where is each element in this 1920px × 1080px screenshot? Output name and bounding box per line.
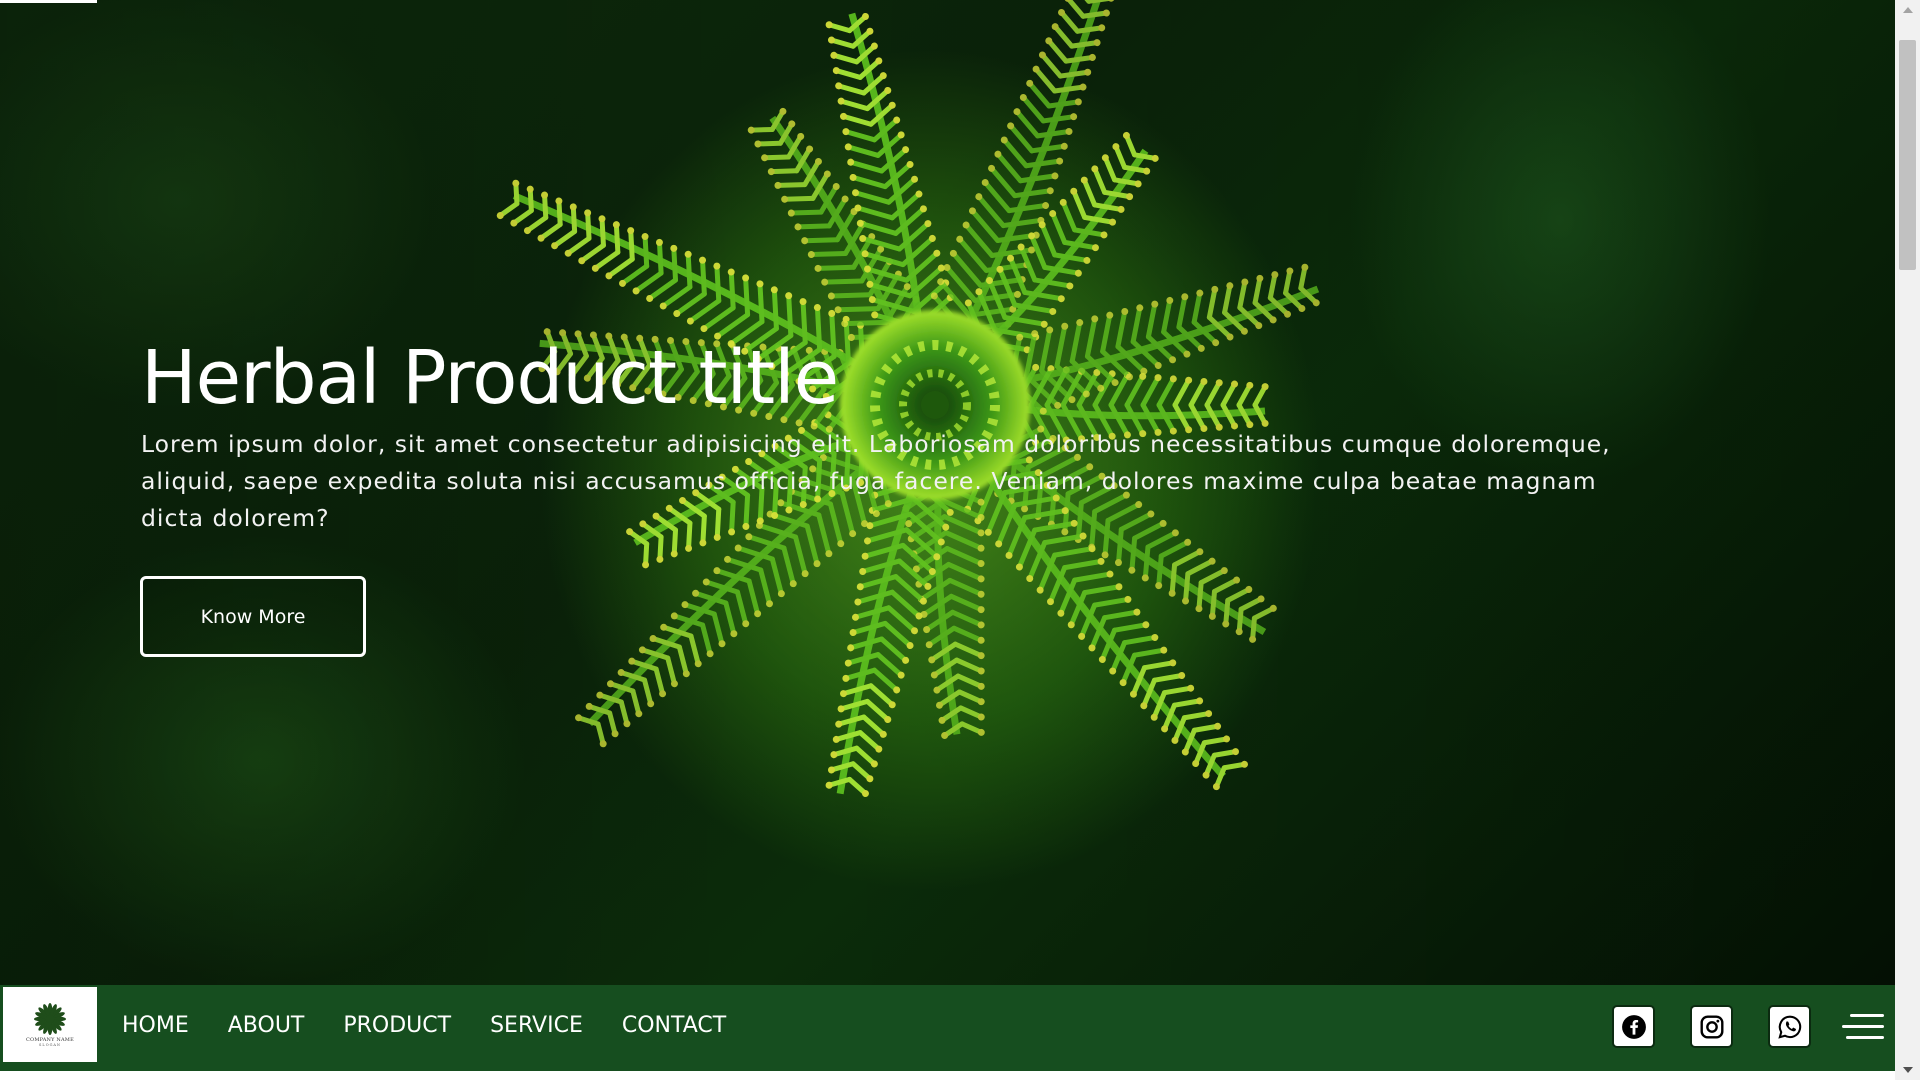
facebook-button[interactable]: [1612, 1005, 1655, 1048]
hero-section: Herbal Product title Lorem ipsum dolor, …: [0, 0, 1895, 985]
bottom-navbar: COMPANY NAME SLOGAN HOME ABOUT PRODUCT S…: [0, 985, 1895, 1071]
logo-tagline: SLOGAN: [39, 1043, 61, 1047]
hero-title: Herbal Product title: [141, 335, 839, 421]
whatsapp-button[interactable]: [1768, 1005, 1811, 1048]
whatsapp-icon: [1777, 1015, 1801, 1039]
nav-home[interactable]: HOME: [122, 1013, 189, 1038]
instagram-button[interactable]: [1690, 1005, 1733, 1048]
hero-content: Herbal Product title Lorem ipsum dolor, …: [141, 330, 1641, 537]
hamburger-line: [1842, 1024, 1884, 1028]
nav-links: HOME ABOUT PRODUCT SERVICE CONTACT: [122, 985, 765, 1065]
page-bottom-strip: [0, 1071, 1895, 1080]
hero-description: Lorem ipsum dolor, sit amet consectetur …: [141, 430, 1611, 532]
nav-product[interactable]: PRODUCT: [343, 1013, 451, 1038]
logo-plant-icon: [34, 1003, 66, 1035]
know-more-button[interactable]: Know More: [140, 576, 366, 657]
vertical-scrollbar[interactable]: [1895, 0, 1920, 1080]
hamburger-menu-button[interactable]: [1834, 1001, 1884, 1051]
top-indicator: [0, 0, 97, 3]
scrollbar-thumb[interactable]: [1899, 40, 1916, 270]
instagram-icon: [1700, 1015, 1723, 1038]
page-viewport: Herbal Product title Lorem ipsum dolor, …: [0, 0, 1895, 1080]
hamburger-line: [1846, 1035, 1884, 1039]
nav-contact[interactable]: CONTACT: [622, 1013, 726, 1038]
company-logo[interactable]: COMPANY NAME SLOGAN: [3, 987, 97, 1062]
facebook-icon: [1621, 1014, 1646, 1039]
scroll-down-arrow-icon[interactable]: [1895, 1060, 1920, 1080]
nav-service[interactable]: SERVICE: [490, 1013, 583, 1038]
scroll-up-arrow-icon[interactable]: [1895, 0, 1920, 20]
hamburger-line: [1850, 1013, 1884, 1017]
nav-about[interactable]: ABOUT: [228, 1013, 305, 1038]
